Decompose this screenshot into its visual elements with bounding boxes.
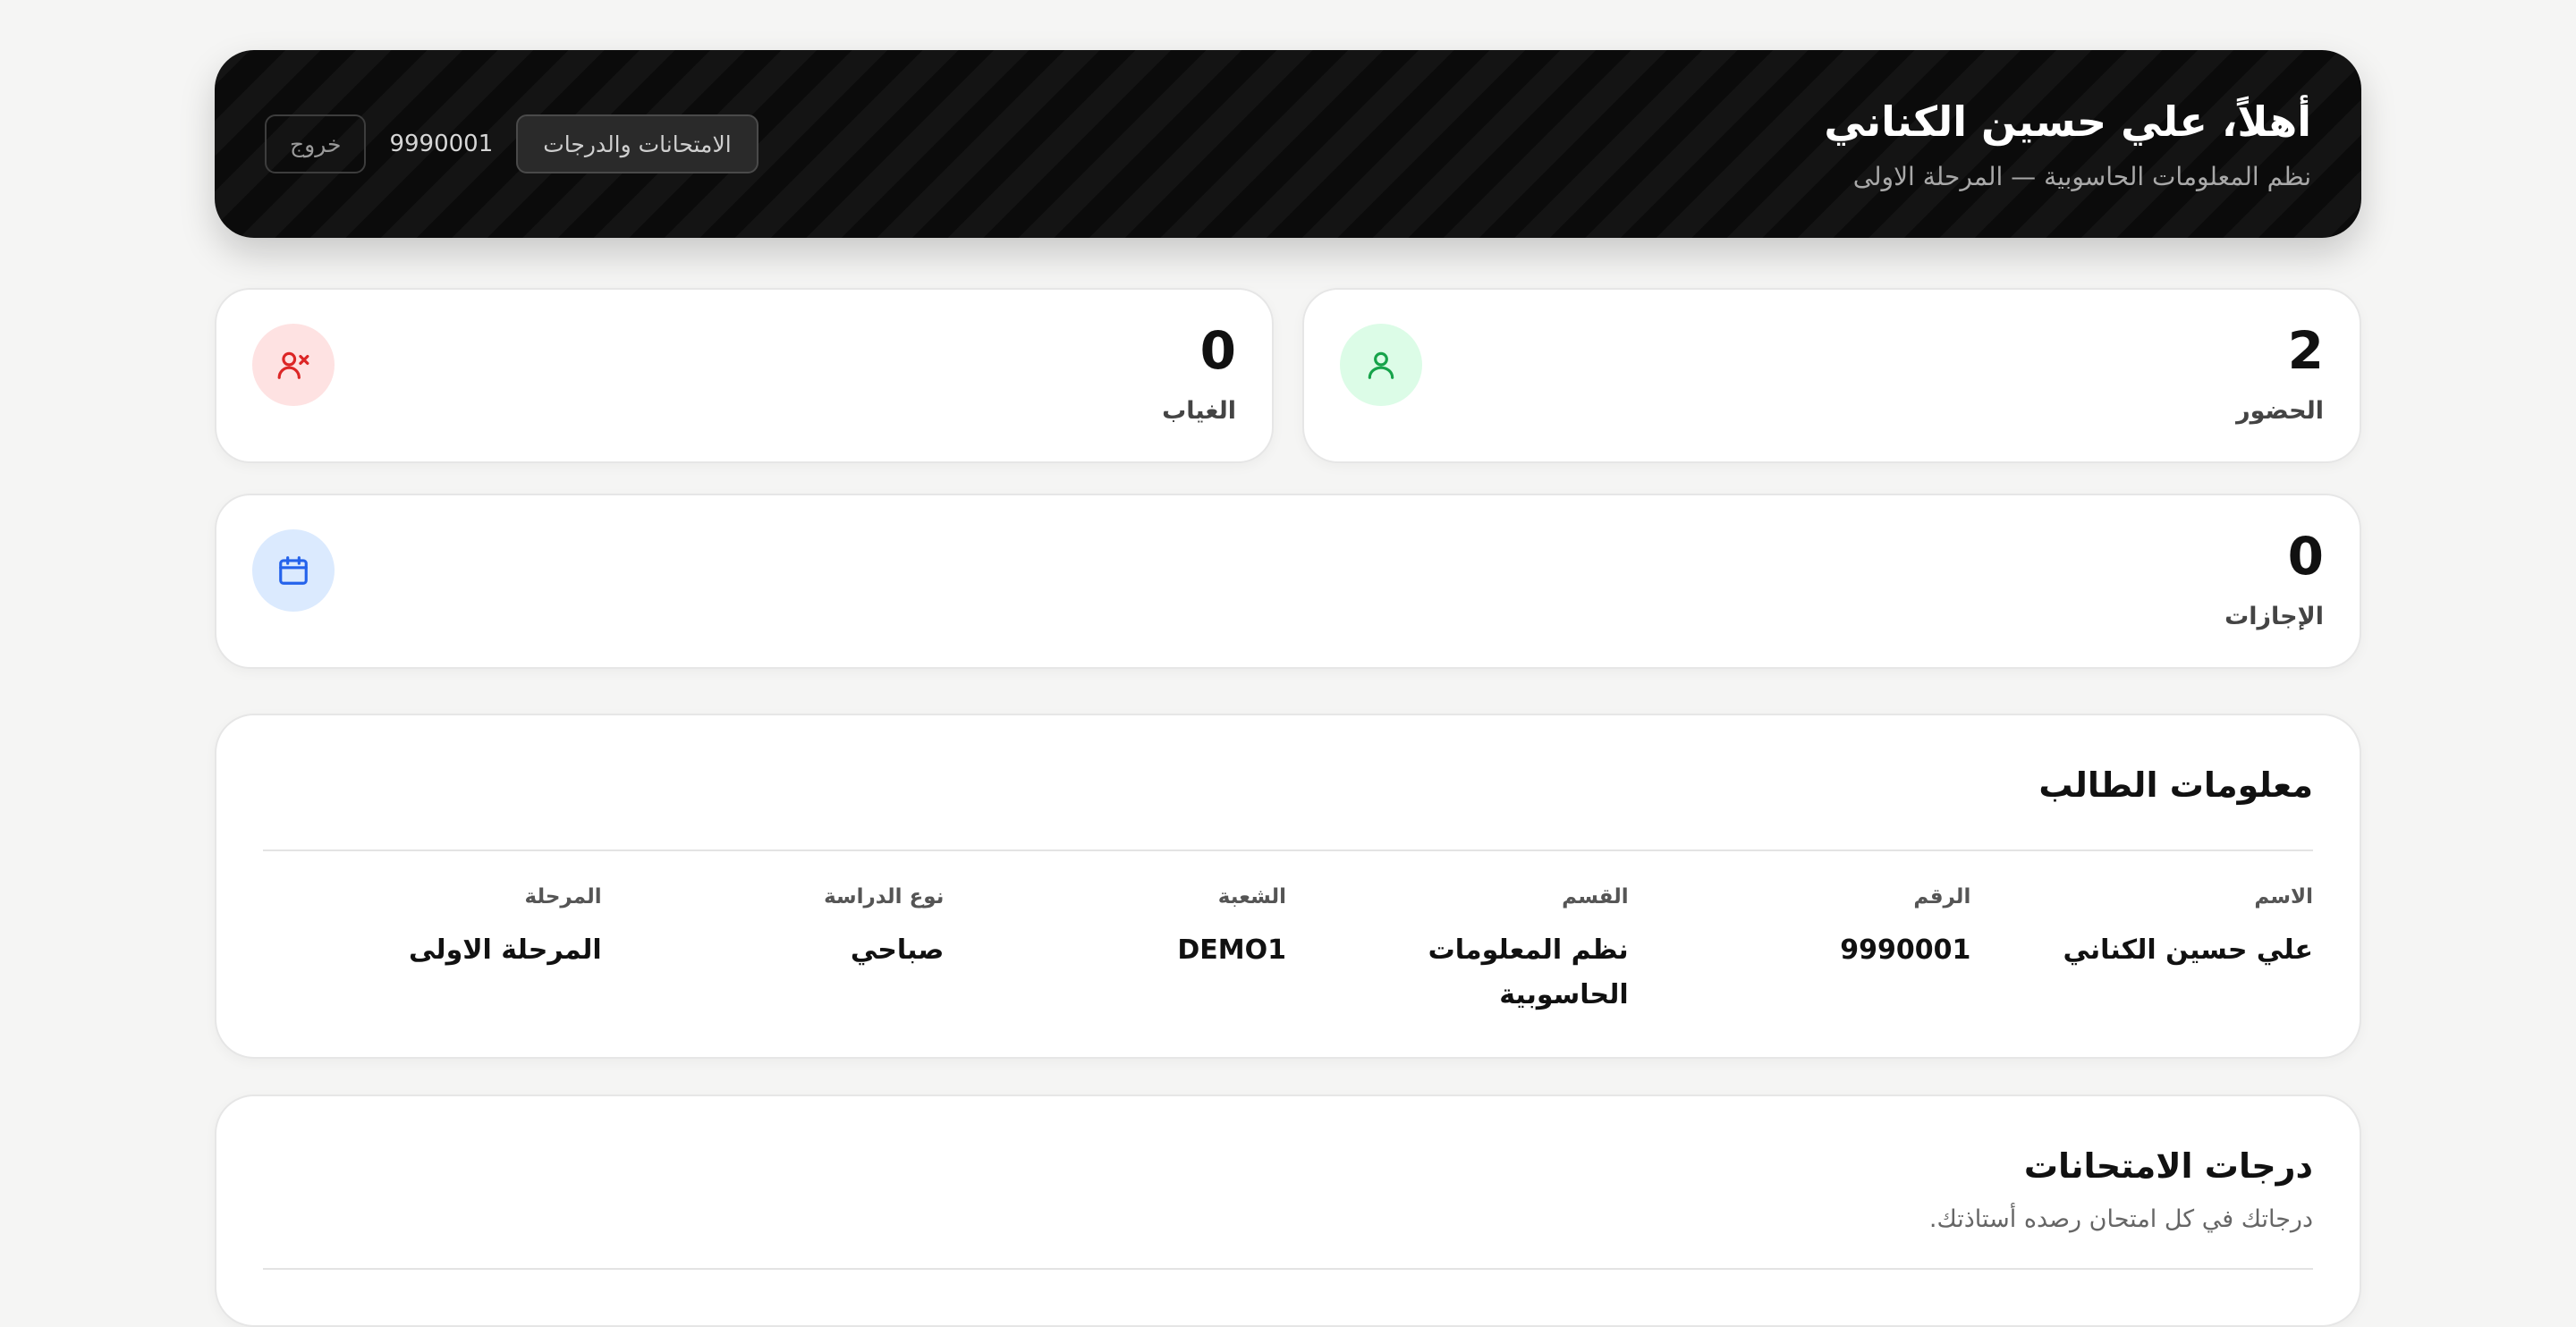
leaves-card: 0 الإجازات	[215, 494, 2361, 669]
info-label: الشعبة	[1217, 885, 1287, 909]
info-label: الرقم	[1913, 885, 1971, 909]
info-field-study-type: نوع الدراسة صباحي	[602, 885, 945, 1018]
exam-grades-subtitle: درجاتك في كل امتحان رصده أستاذتك.	[1928, 1205, 2313, 1233]
info-label: القسم	[1562, 885, 1629, 909]
logout-button[interactable]: خروج	[265, 114, 367, 173]
exam-grades-title: درجات الامتحانات	[2023, 1146, 2313, 1186]
attendance-label: الحضور	[2236, 397, 2324, 425]
user-x-icon	[252, 324, 335, 406]
calendar-icon	[252, 529, 335, 612]
info-label: نوع الدراسة	[824, 885, 945, 909]
info-value: نظم المعلومات الحاسوبية	[1428, 934, 1629, 1010]
info-field-stage: المرحلة المرحلة الاولى	[259, 885, 602, 1018]
info-field-department: القسم نظم المعلومات الحاسوبية	[1286, 885, 1629, 1018]
student-info-title: معلومات الطالب	[2038, 765, 2313, 805]
absence-card: 0 الغياب	[215, 288, 1274, 463]
welcome-title: أهلاً، علي حسين الكناني	[1824, 97, 2311, 146]
info-value: علي حسين الكناني	[2063, 934, 2314, 966]
leaves-count: 0	[2287, 526, 2324, 587]
welcome-subtitle: نظم المعلومات الحاسوبية — المرحلة الاولى	[1852, 161, 2311, 191]
header-actions: الامتحانات والدرجات 9990001 خروج	[265, 114, 758, 173]
absence-label: الغياب	[1162, 397, 1236, 425]
info-label: الاسم	[2254, 885, 2313, 909]
exams-grades-button[interactable]: الامتحانات والدرجات	[516, 114, 758, 173]
user-check-icon	[1340, 324, 1422, 406]
panel-divider	[263, 849, 2313, 851]
info-value: 9990001	[1840, 934, 1971, 966]
absence-count: 0	[1199, 320, 1236, 381]
info-field-section: الشعبة DEMO1	[944, 885, 1286, 1018]
student-info-grid: الاسم علي حسين الكناني الرقم 9990001 الق…	[259, 885, 2313, 1018]
info-value: المرحلة الاولى	[408, 934, 602, 966]
exam-grades-panel: درجات الامتحانات درجاتك في كل امتحان رصد…	[215, 1095, 2361, 1327]
panel-divider	[263, 1268, 2313, 1270]
leaves-label: الإجازات	[2224, 603, 2324, 630]
info-label: المرحلة	[524, 885, 602, 909]
info-field-id: الرقم 9990001	[1629, 885, 1971, 1018]
attendance-count: 2	[2287, 320, 2324, 381]
header-titles: أهلاً، علي حسين الكناني نظم المعلومات ال…	[1824, 97, 2311, 191]
student-info-panel: معلومات الطالب الاسم علي حسين الكناني ال…	[215, 714, 2361, 1059]
info-field-name: الاسم علي حسين الكناني	[1970, 885, 2314, 1018]
dashboard-header: أهلاً، علي حسين الكناني نظم المعلومات ال…	[215, 50, 2361, 238]
student-id-label: 9990001	[389, 131, 494, 157]
attendance-card: 2 الحضور	[1302, 288, 2361, 463]
info-value: DEMO1	[1177, 934, 1287, 966]
dashboard-page: أهلاً، علي حسين الكناني نظم المعلومات ال…	[215, 0, 2361, 1327]
info-value: صباحي	[850, 934, 945, 966]
